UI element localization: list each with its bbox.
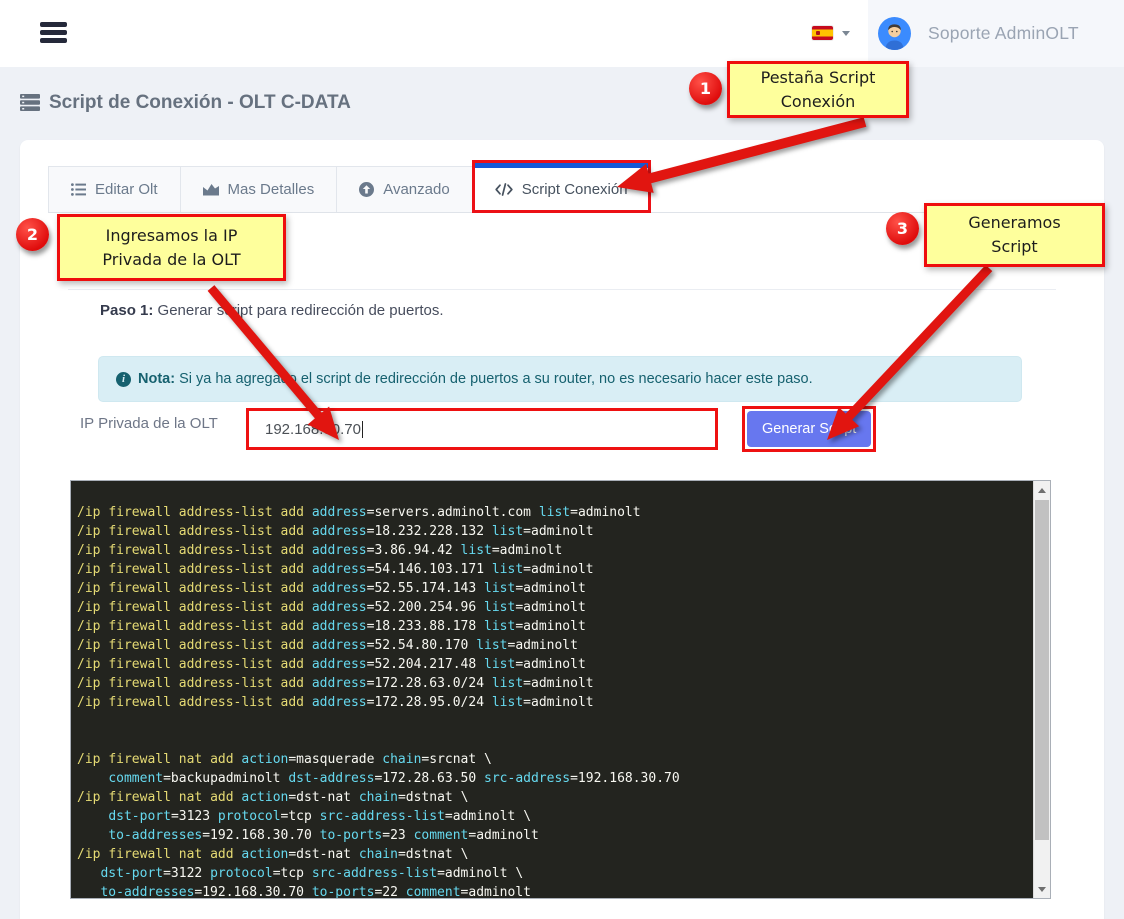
note-alert: i Nota: Si ya ha agregado el script de r… bbox=[98, 356, 1022, 402]
ip-input[interactable]: 192.168.30.70 bbox=[249, 411, 715, 447]
top-navbar: Soporte AdminOLT bbox=[0, 0, 1124, 67]
annotation-number-1: 1 bbox=[689, 72, 722, 105]
script-code: /ip firewall address-list add address=se… bbox=[71, 481, 1050, 899]
content-card: Editar Olt Mas Detalles Avanzado bbox=[20, 140, 1104, 919]
scrollbar-thumb[interactable] bbox=[1035, 500, 1049, 840]
arrow-circle-up-icon bbox=[359, 182, 374, 197]
spain-flag-icon bbox=[812, 26, 833, 40]
page-title: Script de Conexión - OLT C-DATA bbox=[49, 92, 351, 114]
code-icon bbox=[495, 183, 513, 196]
annotation-frame-button: Generar Script bbox=[742, 406, 876, 452]
tab-script-conexion[interactable]: Script Conexión bbox=[472, 160, 651, 213]
generate-script-button[interactable]: Generar Script bbox=[747, 411, 871, 447]
tab-mas-detalles[interactable]: Mas Detalles bbox=[180, 166, 337, 212]
annotation-frame-input: 192.168.30.70 bbox=[246, 408, 718, 450]
list-icon bbox=[71, 183, 86, 196]
scroll-down-arrow-icon[interactable] bbox=[1034, 881, 1050, 897]
language-selector[interactable] bbox=[812, 26, 850, 40]
user-menu[interactable]: Soporte AdminOLT bbox=[868, 0, 1124, 67]
tab-editar-olt[interactable]: Editar Olt bbox=[48, 166, 180, 212]
tab-bar: Editar Olt Mas Detalles Avanzado bbox=[48, 166, 1076, 213]
chevron-down-icon bbox=[842, 31, 850, 36]
ip-field-label: IP Privada de la OLT bbox=[80, 415, 218, 432]
text-caret bbox=[362, 421, 363, 438]
chart-area-icon bbox=[203, 183, 219, 196]
tab-avanzado[interactable]: Avanzado bbox=[336, 166, 471, 212]
user-name: Soporte AdminOLT bbox=[928, 23, 1079, 44]
step-text: Paso 1: Generar script para redirección … bbox=[100, 302, 444, 319]
scroll-up-arrow-icon[interactable] bbox=[1034, 482, 1050, 498]
divider bbox=[68, 289, 1056, 290]
annotation-note-1: Pestaña ScriptConexión bbox=[727, 61, 909, 118]
script-output[interactable]: /ip firewall address-list add address=se… bbox=[70, 480, 1051, 899]
info-icon: i bbox=[116, 372, 131, 387]
scrollbar[interactable] bbox=[1033, 481, 1050, 898]
server-icon bbox=[20, 94, 40, 112]
hamburger-menu-icon[interactable] bbox=[40, 22, 67, 46]
avatar bbox=[878, 17, 911, 50]
